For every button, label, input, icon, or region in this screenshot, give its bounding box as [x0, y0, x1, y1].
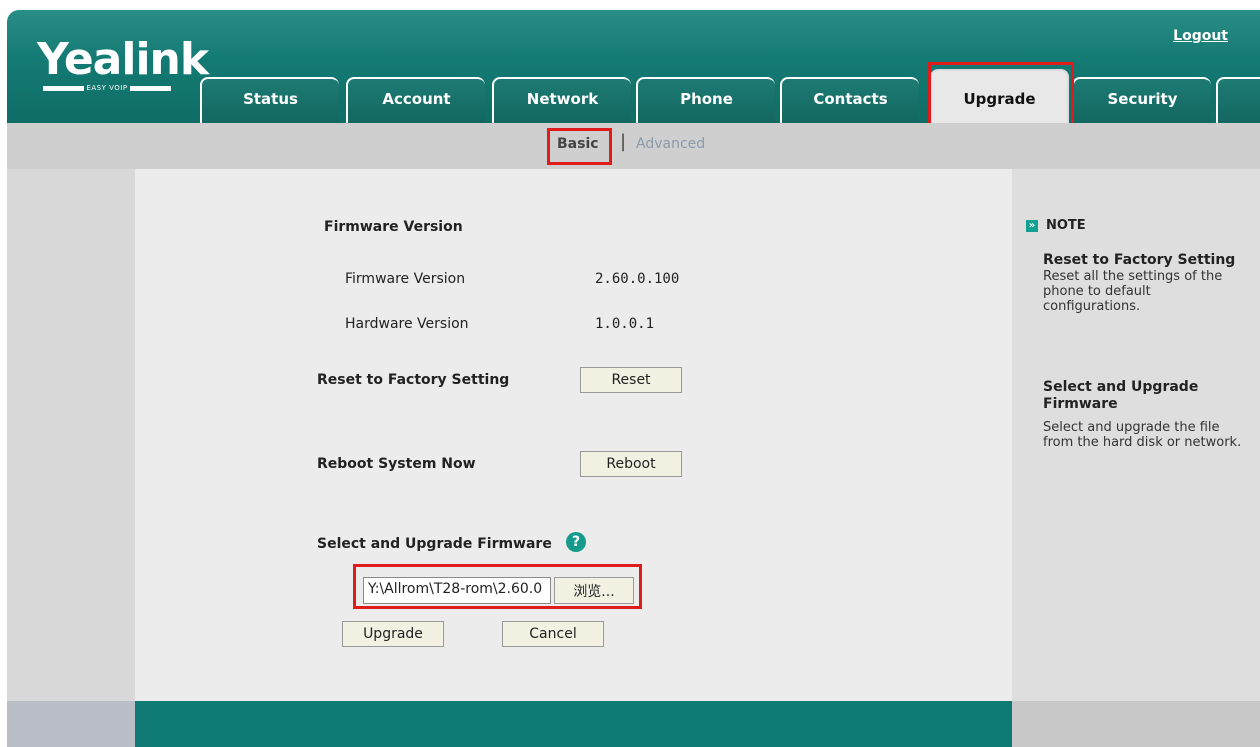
firmware-version-value: 2.60.0.100 — [595, 271, 680, 287]
tab-overflow — [1216, 77, 1260, 123]
yealink-logo: Yealink — [37, 34, 209, 85]
reset-label: Reset to Factory Setting — [317, 372, 510, 388]
basic-highlight — [547, 128, 612, 165]
firmware-section-title: Firmware Version — [324, 219, 463, 235]
note-upgrade-text: Select and upgrade the file from the har… — [1043, 420, 1242, 450]
subnav-separator: | — [620, 131, 627, 152]
note-reset-text: Reset all the settings of the phone to d… — [1043, 269, 1223, 314]
tab-network[interactable]: Network — [492, 77, 631, 123]
cancel-button[interactable]: Cancel — [502, 621, 604, 647]
reboot-label: Reboot System Now — [317, 456, 476, 472]
logout-link[interactable]: Logout — [1173, 28, 1228, 44]
tab-status[interactable]: Status — [200, 77, 339, 123]
left-margin — [7, 169, 135, 747]
sub-navigation — [7, 123, 1260, 169]
upgrade-button[interactable]: Upgrade — [342, 621, 444, 647]
note-title: NOTE — [1046, 218, 1086, 233]
tab-account[interactable]: Account — [346, 77, 485, 123]
right-footer — [1012, 701, 1260, 747]
file-input-highlight — [353, 564, 642, 609]
hardware-version-label: Hardware Version — [345, 316, 469, 332]
tab-upgrade[interactable]: Upgrade — [930, 69, 1069, 123]
tab-security[interactable]: Security — [1072, 77, 1211, 123]
tab-contacts[interactable]: Contacts — [780, 77, 919, 123]
note-reset-heading: Reset to Factory Setting — [1043, 252, 1236, 268]
help-icon[interactable]: ? — [566, 532, 586, 552]
note-icon: » — [1026, 220, 1038, 232]
subnav-advanced[interactable]: Advanced — [636, 136, 705, 152]
note-upgrade-heading: Select and Upgrade Firmware — [1043, 379, 1199, 412]
footer-bar — [135, 701, 1012, 747]
upgrade-label: Select and Upgrade Firmware — [317, 536, 552, 552]
hardware-version-value: 1.0.0.1 — [595, 316, 655, 332]
tab-phone[interactable]: Phone — [636, 77, 775, 123]
logo-tagline: EASY VOIP — [43, 85, 171, 92]
left-footer — [7, 701, 135, 747]
reboot-button[interactable]: Reboot — [580, 451, 682, 477]
reset-button[interactable]: Reset — [580, 367, 682, 393]
firmware-version-label: Firmware Version — [345, 271, 466, 287]
